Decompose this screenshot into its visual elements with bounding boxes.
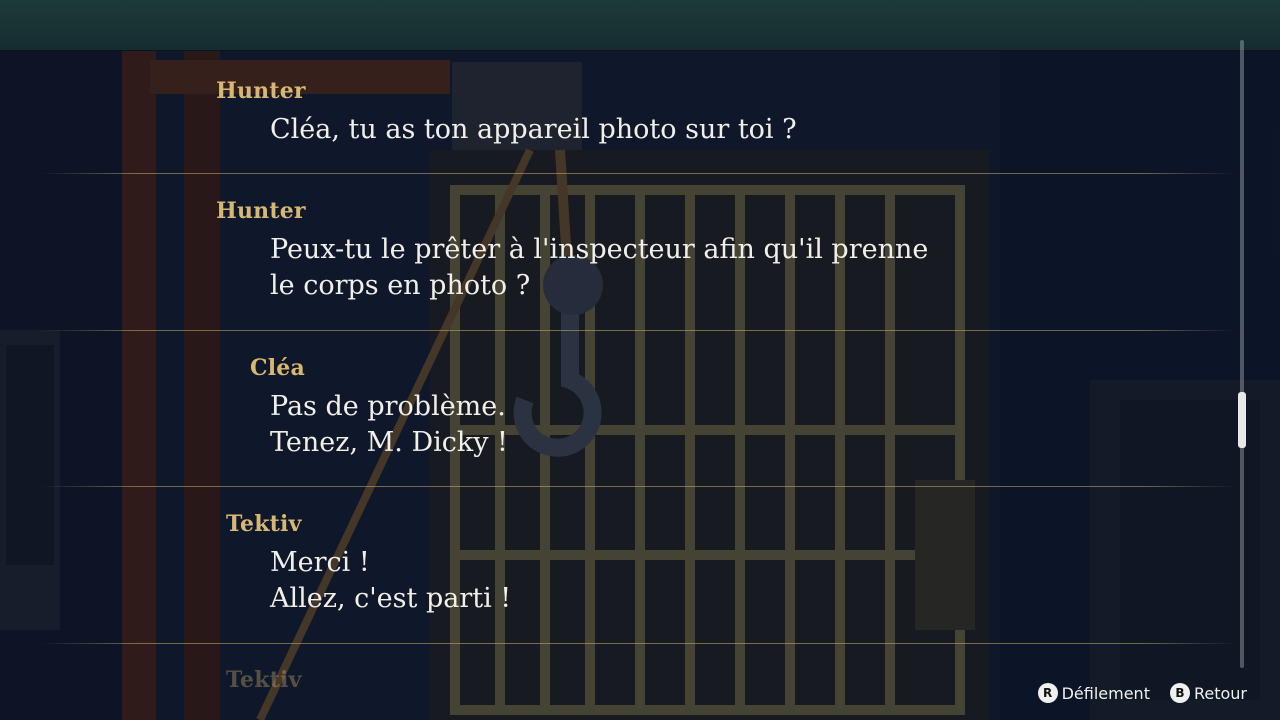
dialogue-line: le corps en photo ? (270, 270, 531, 301)
back-hint-label: Retour (1193, 683, 1247, 703)
speaker-name: Hunter (216, 78, 306, 104)
scrollbar-thumb[interactable] (1238, 392, 1246, 448)
button-hints: R Défilement B Retour (1018, 680, 1247, 706)
b-button-icon: B (1169, 683, 1190, 703)
speaker-name: Tektiv (226, 511, 302, 537)
back-hint[interactable]: B Retour (1169, 683, 1247, 703)
speaker-name: Tektiv (226, 667, 302, 693)
dialogue-line: Peux-tu le prêter à l'inspecteur afin qu… (270, 234, 929, 265)
entry-divider (40, 643, 1236, 644)
entry-divider (40, 330, 1236, 331)
dialogue-line: Cléa, tu as ton appareil photo sur toi ? (270, 114, 797, 145)
scrollbar[interactable] (1238, 40, 1246, 668)
backlog-panel[interactable]: Hunter Cléa, tu as ton appareil photo su… (0, 50, 1236, 720)
dialogue-line: Merci ! (270, 547, 370, 578)
top-band (0, 0, 1280, 51)
entry-divider (40, 173, 1236, 174)
dialogue-line: Tenez, M. Dicky ! (270, 427, 508, 458)
speaker-name: Hunter (216, 198, 306, 224)
speaker-name: Cléa (250, 355, 305, 381)
scroll-hint-label: Défilement (1061, 683, 1150, 703)
dialogue-line: Allez, c'est parti ! (270, 583, 512, 614)
r-stick-icon: R (1037, 683, 1058, 703)
dialogue-line: Pas de problème. (270, 391, 506, 422)
entry-divider (40, 486, 1236, 487)
scroll-hint[interactable]: R Défilement (1037, 683, 1150, 703)
